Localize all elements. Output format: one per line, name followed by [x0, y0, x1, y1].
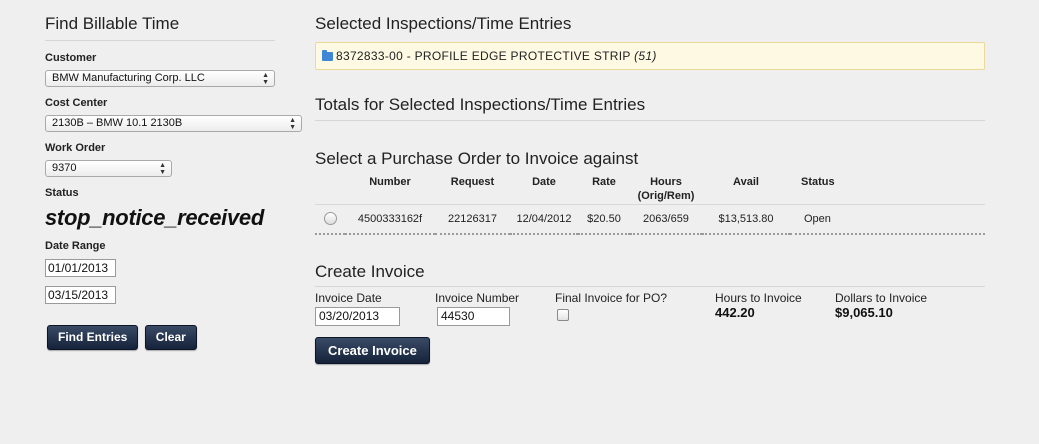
select-arrows-icon: ▲ ▼ [289, 117, 296, 131]
po-avail-cell: $13,513.80 [718, 212, 774, 225]
clear-button[interactable]: Clear [144, 325, 197, 350]
selected-entry-text: 8372833-00 - PROFILE EDGE PROTECTIVE STR… [336, 49, 631, 63]
customer-select-value: BMW Manufacturing Corp. LLC [52, 72, 205, 84]
main-content: Selected Inspections/Time Entries 837283… [315, 14, 985, 364]
po-hours-cell: 2063/659 [643, 212, 689, 225]
select-arrows-icon: ▲ ▼ [262, 72, 269, 86]
po-date-cell: 12/04/2012 [516, 212, 572, 225]
hours-to-invoice-value: 442.20 [715, 305, 755, 320]
dollars-to-invoice-label: Dollars to Invoice [835, 291, 928, 305]
selected-entry-item[interactable]: 8372833-00 - PROFILE EDGE PROTECTIVE STR… [315, 42, 985, 70]
invoice-date-label: Invoice Date [315, 291, 382, 305]
status-label: Status [45, 187, 79, 199]
find-entries-button[interactable]: Find Entries [47, 325, 139, 350]
po-rate-cell: $20.50 [587, 212, 621, 225]
po-number-cell: 4500333162f [357, 212, 423, 225]
invoice-number-input[interactable]: 44530 [437, 307, 510, 326]
dollars-to-invoice-value: $9,065.10 [835, 305, 893, 320]
col-request-header: Request [450, 176, 495, 188]
work-order-select[interactable]: 9370 ▲ ▼ [45, 160, 172, 177]
table-row[interactable]: 4500333162f 22126317 12/04/2012 $20.50 2… [315, 204, 985, 234]
col-date-header: Date [532, 176, 556, 188]
hours-to-invoice-label: Hours to Invoice [715, 291, 802, 305]
selected-entry-count: (51) [634, 49, 657, 63]
cost-center-label: Cost Center [45, 97, 108, 109]
select-arrows-icon: ▲ ▼ [159, 162, 166, 176]
purchase-order-table: Number Request Date Rate Hours (Orig/Rem… [315, 175, 985, 235]
po-request-cell: 22126317 [448, 212, 497, 225]
work-order-select-value: 9370 [52, 162, 77, 174]
work-order-label: Work Order [45, 142, 106, 154]
col-hours-header: Hours (Orig/Rem) [630, 175, 702, 204]
final-invoice-checkbox[interactable] [557, 309, 569, 321]
col-rate-header: Rate [592, 176, 616, 188]
col-status-header: Status [801, 176, 835, 188]
invoice-number-label: Invoice Number [435, 291, 520, 305]
divider [315, 286, 985, 287]
folder-icon [322, 50, 333, 61]
customer-label: Customer [45, 52, 97, 64]
cost-center-select[interactable]: 2130B – BMW 10.1 2130B ▲ ▼ [45, 115, 302, 132]
po-section-title: Select a Purchase Order to Invoice again… [315, 149, 639, 168]
sidebar-title: Find Billable Time [45, 14, 275, 41]
col-avail-header: Avail [733, 176, 759, 188]
date-from-input[interactable]: 01/01/2013 [45, 259, 116, 277]
totals-title: Totals for Selected Inspections/Time Ent… [315, 95, 646, 114]
create-invoice-title: Create Invoice [315, 262, 425, 281]
invoice-form: Invoice Date 03/20/2013 Invoice Number 4… [315, 291, 985, 337]
cost-center-select-value: 2130B – BMW 10.1 2130B [52, 117, 183, 129]
invoice-date-input[interactable]: 03/20/2013 [315, 307, 400, 326]
final-invoice-label: Final Invoice for PO? [555, 291, 668, 305]
po-status-cell: Open [804, 212, 831, 225]
selected-entries-title: Selected Inspections/Time Entries [315, 14, 572, 33]
create-invoice-button[interactable]: Create Invoice [315, 337, 430, 364]
col-number-header: Number [369, 176, 411, 188]
date-range-label: Date Range [45, 240, 106, 252]
po-select-radio[interactable] [323, 212, 337, 226]
status-value: stop_notice_received [45, 205, 264, 230]
find-billable-time-panel: Find Billable Time Customer BMW Manufact… [45, 14, 302, 350]
date-to-input[interactable]: 03/15/2013 [45, 286, 116, 304]
customer-select[interactable]: BMW Manufacturing Corp. LLC ▲ ▼ [45, 70, 275, 87]
col-hours-sublabel: (Orig/Rem) [637, 190, 695, 202]
col-hours-label: Hours [650, 176, 682, 188]
